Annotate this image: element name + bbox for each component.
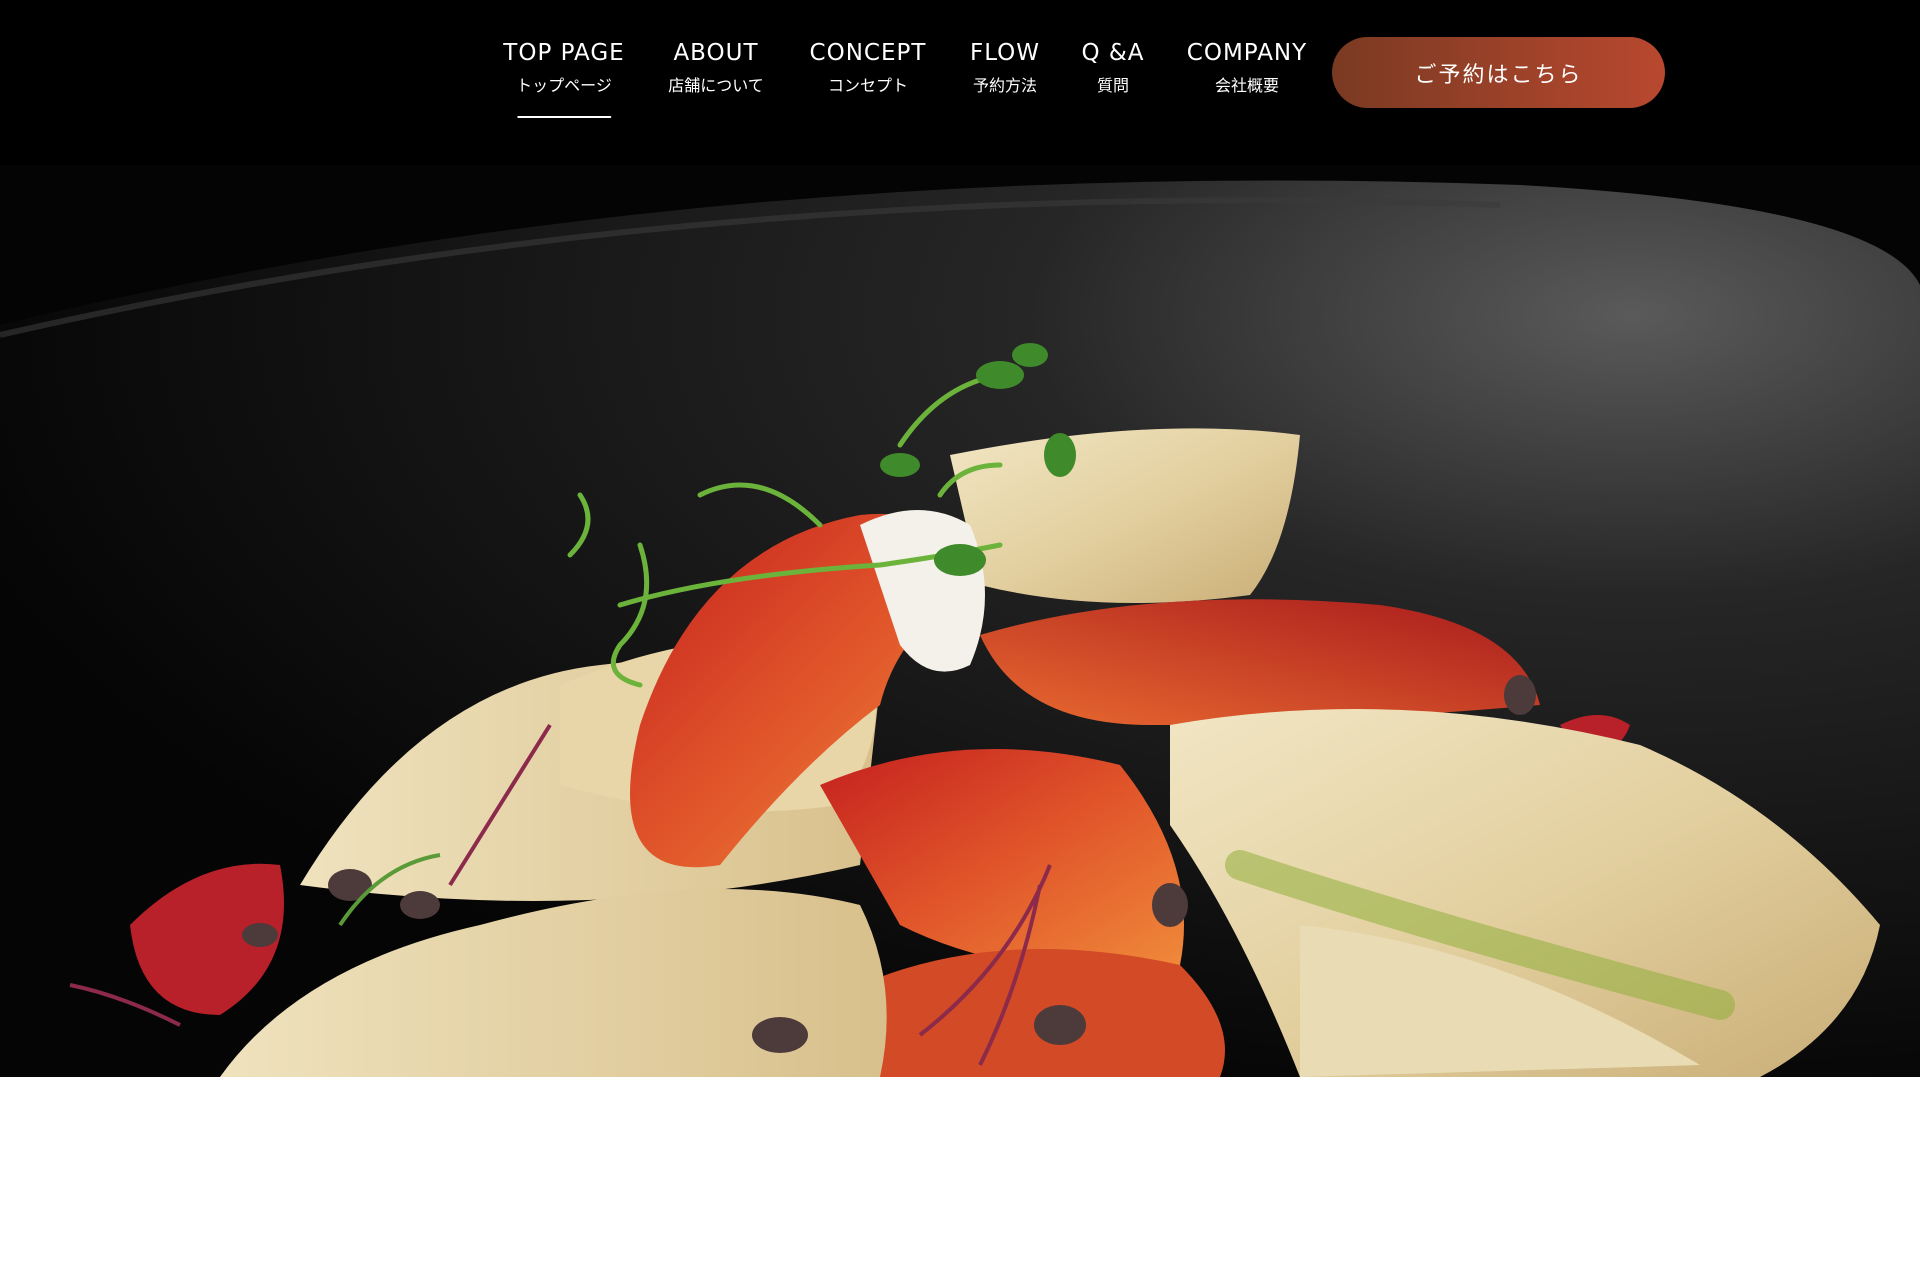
nav-item-about[interactable]: ABOUT 店舗について [668, 38, 764, 96]
nav-item-flow[interactable]: FLOW 予約方法 [970, 38, 1040, 96]
site-header: TOP PAGE トップページ ABOUT 店舗について CONCEPT コンセ… [0, 0, 1920, 165]
nav-item-label-jp: コンセプト [827, 76, 909, 95]
page-content-area [0, 1077, 1920, 1281]
nav-item-label-en: TOP PAGE [503, 40, 625, 66]
nav-item-label-jp: 店舗について [668, 76, 764, 95]
nav-item-label-en: COMPANY [1186, 40, 1308, 66]
food-photo-illustration [0, 165, 1920, 1077]
nav-item-top-page[interactable]: TOP PAGE トップページ [503, 38, 624, 118]
nav-item-label-en: ABOUT [673, 40, 759, 66]
nav-item-qa[interactable]: Q &A 質問 [1081, 38, 1144, 96]
reservation-button[interactable]: ご予約はこちら [1332, 37, 1665, 108]
nav-item-label-en: FLOW [969, 40, 1041, 66]
nav-item-label-en: Q &A [1081, 40, 1145, 66]
nav-item-label-jp: 予約方法 [972, 76, 1038, 95]
nav-item-company[interactable]: COMPANY 会社概要 [1187, 38, 1307, 96]
nav-item-concept[interactable]: CONCEPT コンセプト [810, 38, 927, 96]
nav-item-label-jp: トップページ [516, 76, 612, 95]
nav-item-label-en: CONCEPT [809, 40, 927, 66]
nav-item-label-jp: 会社概要 [1214, 76, 1279, 95]
active-nav-indicator [516, 116, 611, 118]
hero-image [0, 165, 1920, 1077]
nav-item-label-jp: 質問 [1096, 76, 1129, 95]
